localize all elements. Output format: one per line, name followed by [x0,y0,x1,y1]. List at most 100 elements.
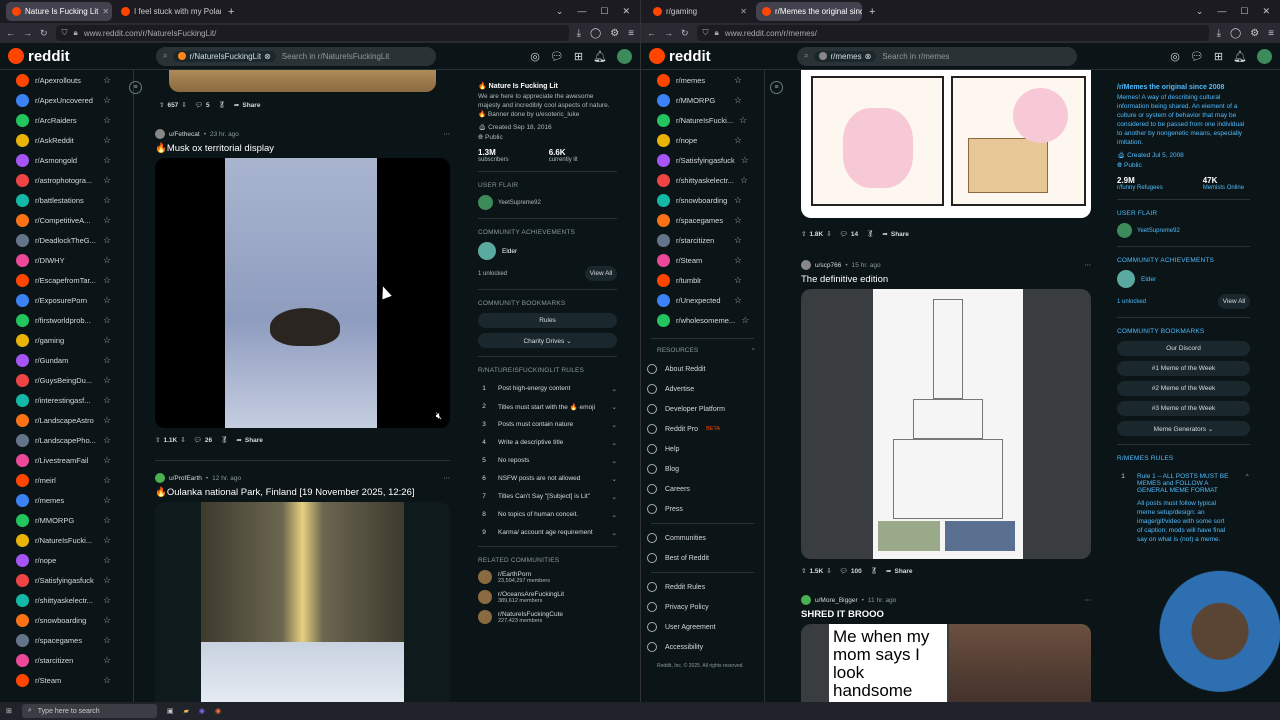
rule-item[interactable]: 9 Karma/ account age requirement ⌄ [478,524,617,542]
download-icon[interactable]: ⤓ [1217,28,1221,39]
favorite-star-icon[interactable]: ☆ [103,135,111,146]
sidebar-item[interactable]: r/gaming ☆ [0,330,133,350]
bookmark-button[interactable]: Rules [478,313,617,328]
ads-icon[interactable]: ◎ [1170,50,1180,63]
related-community[interactable]: r/NatureIsFuckingCute 227,423 members [478,610,617,624]
sidebar-item[interactable]: r/firstworldprob... ☆ [0,310,133,330]
sidebar-item[interactable]: r/Apexrollouts ☆ [0,70,133,90]
task-view-icon[interactable]: ▣ [167,707,174,715]
address-bar[interactable]: ⛉ 🔒︎ www.reddit.com/r/NatureIsFuckingLit/ [55,25,569,41]
bookmark-button[interactable]: Our Discord [1117,341,1250,356]
share-button[interactable]: ➦ Share [234,101,261,110]
favorite-star-icon[interactable]: ☆ [103,435,111,446]
sidebar-item[interactable]: r/NatureIsFucki... ☆ [641,110,764,130]
sidebar-item[interactable]: r/MMORPG ☆ [641,90,764,110]
mute-icon[interactable]: 🔇︎ [436,411,442,422]
sidebar-item[interactable]: r/AskReddit ☆ [0,130,133,150]
chevron-down-icon[interactable]: ⌄ [612,421,617,429]
achievement[interactable]: Elder [1117,270,1250,288]
chevron-up-icon[interactable]: ⌃ [1245,473,1250,481]
favorite-star-icon[interactable]: ☆ [103,655,111,666]
chevron-down-icon[interactable]: ⌄ [612,385,617,393]
back-icon[interactable]: ← [647,28,656,38]
share-button[interactable]: ➦ Share [886,567,913,576]
sidebar-item[interactable]: r/LandscapePho... ☆ [0,430,133,450]
favorite-star-icon[interactable]: ☆ [103,195,111,206]
favorite-star-icon[interactable]: ☆ [103,415,111,426]
rule-item[interactable]: 5 No reposts ⌄ [478,452,617,470]
sidebar-item[interactable]: r/starcitizen ☆ [0,650,133,670]
search-chip[interactable]: r/NatureIsFuckingLit ⊗ [173,50,276,62]
maximize-icon[interactable]: ☐ [600,6,608,17]
author-link[interactable]: u/ProfEarth [169,475,202,482]
favorite-star-icon[interactable]: ☆ [103,395,111,406]
author-link[interactable]: u/More_Bigger [815,597,858,604]
post-image[interactable] [801,70,1091,218]
sidebar-item[interactable]: r/starcitizen ☆ [641,230,764,250]
favorite-star-icon[interactable]: ☆ [103,355,111,366]
resource-link[interactable]: Reddit Pro BETA [641,419,764,439]
favorite-star-icon[interactable]: ☆ [103,635,111,646]
sidebar-item[interactable]: r/Satisfyingasfuck ☆ [0,570,133,590]
tab-polaris[interactable]: I feel stuck with my Polaris...✕ [115,2,221,21]
favorite-star-icon[interactable]: ☆ [103,475,111,486]
sidebar-item[interactable]: r/ArcRaiders ☆ [0,110,133,130]
account-icon[interactable]: ◯ [1230,28,1241,39]
upvote-icon[interactable]: ⇧ 1.5K ⇩ [801,567,832,576]
tab-memes[interactable]: r/Memes the original since 20...✕ [756,2,862,21]
user-flair[interactable]: YeetSupreme92 [1117,223,1250,238]
favorite-star-icon[interactable]: ☆ [103,495,111,506]
notification-icon[interactable]: 🔔︎ [1233,50,1247,63]
post-image[interactable] [169,70,436,92]
address-bar[interactable]: ⛉ 🔒︎ www.reddit.com/r/memes/ [696,25,1209,41]
view-all-button[interactable]: View All [585,266,617,281]
award-icon[interactable]: 🏅︎ [218,101,226,109]
view-all-button[interactable]: View All [1218,294,1250,309]
favorite-star-icon[interactable]: ☆ [734,75,742,86]
upvote-icon[interactable]: ⇧ 1.8K ⇩ [801,230,832,239]
taskbar-search[interactable]: ⌕ Type here to search [21,704,157,718]
sidebar-item[interactable]: r/Steam ☆ [641,250,764,270]
chat-icon[interactable]: 💬︎ [550,50,564,63]
bookmark-button[interactable]: Charity Drives ⌄ [478,333,617,348]
sidebar-item[interactable]: r/memes ☆ [0,490,133,510]
extension-icon[interactable]: ⚙ [1250,28,1259,39]
sidebar-item[interactable]: r/shittyaskelectr... ☆ [0,590,133,610]
favorite-star-icon[interactable]: ☆ [103,215,111,226]
resource-link[interactable]: Blog [641,459,764,479]
user-flair[interactable]: YeetSupreme92 [478,195,617,210]
favorite-star-icon[interactable]: ☆ [103,555,111,566]
favorite-star-icon[interactable]: ☆ [741,155,749,166]
sidebar-item[interactable]: r/Satisfyingasfuck ☆ [641,150,764,170]
sidebar-item[interactable]: r/DeadlockTheG... ☆ [0,230,133,250]
post-card[interactable]: u/scp766 • 15 hr. ago ⋯ The definitive edit… [791,254,1101,585]
chevron-down-icon[interactable]: ⌄ [556,6,564,17]
search-chip[interactable]: r/memes ⊗ [814,50,877,62]
resource-link[interactable]: Advertise [641,379,764,399]
sidebar-item[interactable]: r/meirl ☆ [0,470,133,490]
collapse-sidebar-icon[interactable]: ≡ [770,81,783,94]
favorite-star-icon[interactable]: ☆ [734,195,742,206]
bookmark-button[interactable]: #2 Meme of the Week [1117,381,1250,396]
sidebar-item[interactable]: r/ApexUncovered ☆ [0,90,133,110]
favorite-star-icon[interactable]: ☆ [103,335,111,346]
search-input[interactable]: ⌕ r/NatureIsFuckingLit ⊗ Search in r/Natur… [156,46,436,66]
bookmark-button[interactable]: #1 Meme of the Week [1117,361,1250,376]
favorite-star-icon[interactable]: ☆ [103,675,111,686]
sidebar-item[interactable]: r/Steam ☆ [0,670,133,690]
app-icon[interactable]: ◉ [199,707,205,715]
sidebar-item[interactable]: r/snowboarding ☆ [641,190,764,210]
notification-icon[interactable]: 🔔︎ [593,50,607,63]
resource-link[interactable]: Best of Reddit [641,548,764,568]
rule-item[interactable]: 3 Posts must contain nature ⌄ [478,416,617,434]
sidebar-item[interactable]: r/nope ☆ [641,130,764,150]
sidebar-item[interactable]: r/MMORPG ☆ [0,510,133,530]
avatar[interactable] [617,48,632,64]
chevron-down-icon[interactable]: ⌄ [612,475,617,483]
download-icon[interactable]: ⤓ [577,28,581,39]
comment-button[interactable]: 💬︎ 5 [195,101,210,110]
new-tab-icon[interactable]: + [224,6,238,18]
related-community[interactable]: r/OceansAreFuckingLit 389,612 members [478,590,617,604]
chevron-down-icon[interactable]: ⌄ [612,403,617,411]
post-title[interactable]: SHRED IT BROOO [801,609,1091,620]
